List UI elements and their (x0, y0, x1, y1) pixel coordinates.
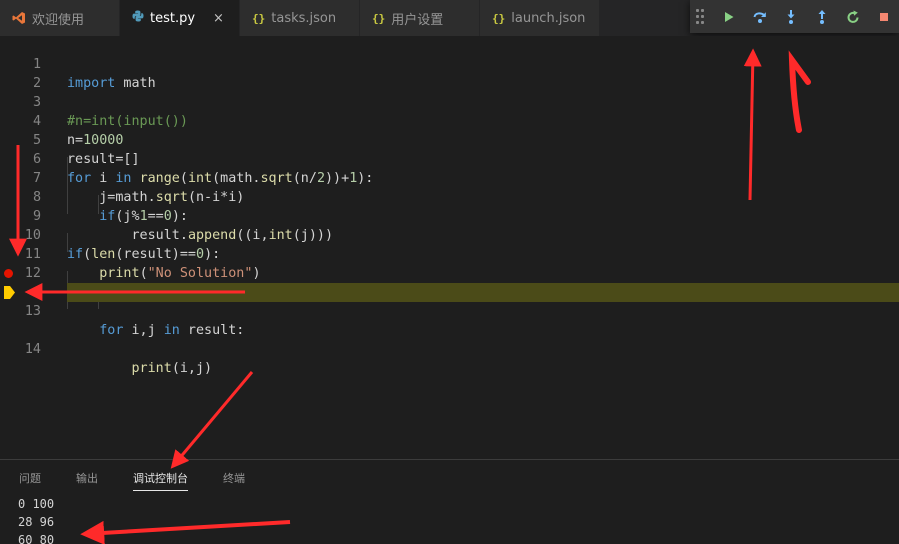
code-line[interactable]: 3 #n=int(input()) (0, 74, 899, 129)
tab-welcome[interactable]: 欢迎使用 (0, 0, 120, 36)
tab-debug-console[interactable]: 调试控制台 (133, 460, 188, 498)
code-text: for i,j in result: (99, 323, 245, 338)
close-icon[interactable]: × (213, 11, 224, 26)
tab-problems[interactable]: 问题 (19, 460, 41, 498)
json-file-icon: {} (372, 11, 386, 25)
current-line-pointer-icon (4, 286, 15, 299)
code-text: print(i,j) (131, 361, 213, 376)
continue-button[interactable] (714, 0, 745, 33)
line-number: 14 (24, 342, 41, 357)
step-into-icon (787, 9, 795, 24)
bottom-panel: 问题 输出 调试控制台 终端 0 100 28 96 60 80 (0, 459, 899, 544)
code-line[interactable]: 6 for i in range(int(math.sqrt(n/2))+1): (0, 131, 899, 186)
tab-label: 用户设置 (391, 12, 444, 28)
json-file-icon: {} (252, 11, 266, 25)
code-line[interactable]: 1 import math (0, 36, 899, 91)
code-line[interactable]: 7 j=math.sqrt(n-i*i) (0, 150, 899, 205)
restart-button[interactable] (837, 0, 868, 33)
current-execution-line[interactable]: 14 print(i,j) (0, 283, 899, 376)
step-over-button[interactable] (745, 0, 776, 33)
console-output-line: 0 100 (18, 497, 55, 511)
tab-user-settings[interactable]: {} 用户设置 (360, 0, 480, 36)
current-line-highlight (67, 283, 899, 302)
code-line[interactable]: 5 result=[] (0, 112, 899, 167)
console-output-line: 28 96 (18, 515, 55, 529)
tab-label: test.py (150, 10, 196, 26)
panel-tabs: 问题 输出 调试控制台 终端 (0, 460, 261, 498)
stop-icon (879, 12, 888, 21)
stop-button[interactable] (868, 0, 899, 33)
code-line[interactable]: 4 n=10000 (0, 93, 899, 148)
step-out-icon (818, 9, 826, 24)
console-output-line: 60 80 (18, 533, 55, 544)
code-editor[interactable]: 1 import math 2 3 #n=int(input()) 4 n=10… (0, 36, 899, 459)
code-line[interactable]: 12 else: (0, 245, 899, 300)
json-file-icon: {} (492, 11, 506, 25)
code-line[interactable]: 2 (0, 55, 899, 91)
debug-toolbar (690, 0, 899, 33)
code-line[interactable]: 8 if(j%1==0): (0, 169, 899, 224)
step-over-icon (753, 11, 766, 23)
code-line[interactable]: 10 if(len(result)==0): (0, 207, 899, 262)
step-into-button[interactable] (775, 0, 806, 33)
breakpoint-icon[interactable] (4, 269, 13, 278)
vscode-logo-icon (12, 11, 26, 25)
tab-launch-json[interactable]: {} launch.json (480, 0, 600, 36)
tab-label: launch.json (511, 10, 586, 26)
tab-label: 欢迎使用 (32, 12, 85, 28)
tab-tasks-json[interactable]: {} tasks.json (240, 0, 360, 36)
tab-label: tasks.json (271, 10, 337, 26)
restart-icon (847, 10, 859, 23)
python-file-icon (132, 10, 144, 26)
continue-icon (725, 11, 734, 22)
code-line[interactable]: 13 for i,j in result: (0, 264, 899, 338)
tab-terminal[interactable]: 终端 (223, 460, 245, 498)
tab-output[interactable]: 输出 (76, 460, 98, 498)
tab-test-py[interactable]: test.py × (120, 0, 240, 36)
drag-handle-icon[interactable] (696, 9, 706, 25)
code-line[interactable]: 9 result.append((i,int(j))) (0, 188, 899, 243)
code-line[interactable]: 11 print("No Solution") (0, 226, 899, 281)
step-out-button[interactable] (806, 0, 837, 33)
